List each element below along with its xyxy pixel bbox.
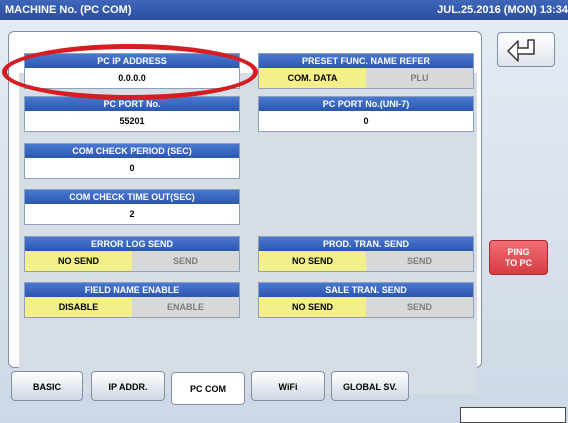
window-title: MACHINE No. (PC COM)	[5, 4, 132, 16]
prod-tran-send-label: PROD. TRAN. SEND	[259, 237, 473, 251]
tab-wifi[interactable]: WiFi	[251, 371, 325, 401]
status-box	[460, 407, 566, 423]
field-name-enable-option[interactable]: ENABLE	[132, 297, 239, 317]
prod-tran-send-field: PROD. TRAN. SEND NO SEND SEND	[258, 236, 474, 272]
tab-pc-com[interactable]: PC COM	[171, 372, 245, 405]
com-check-timeout-value: 2	[129, 209, 135, 219]
tab-global-sv[interactable]: GLOBAL SV.	[331, 371, 409, 401]
pc-port-label: PC PORT No.	[25, 97, 239, 111]
preset-plu-option[interactable]: PLU	[366, 68, 473, 88]
back-button[interactable]	[497, 32, 555, 67]
pc-port-uni7-value: 0	[363, 116, 369, 126]
sale-tran-no-send-option[interactable]: NO SEND	[259, 297, 366, 317]
field-name-disable-option[interactable]: DISABLE	[25, 297, 132, 317]
tab-basic[interactable]: BASIC	[11, 371, 83, 401]
pc-ip-address-label: PC IP ADDRESS	[25, 54, 239, 68]
com-check-period-field[interactable]: COM CHECK PERIOD (SEC) 0	[24, 143, 240, 179]
preset-func-name-refer-label: PRESET FUNC. NAME REFER	[259, 54, 473, 68]
com-check-period-value: 0	[129, 163, 135, 173]
preset-func-name-refer-field: PRESET FUNC. NAME REFER COM. DATA PLU	[258, 53, 474, 89]
tab-ip-addr[interactable]: IP ADDR.	[91, 371, 165, 401]
pc-port-uni7-field[interactable]: PC PORT No.(UNI-7) 0	[258, 96, 474, 132]
field-name-enable-field: FIELD NAME ENABLE DISABLE ENABLE	[24, 282, 240, 318]
com-check-timeout-label: COM CHECK TIME OUT(SEC)	[25, 190, 239, 204]
error-log-send-label: ERROR LOG SEND	[25, 237, 239, 251]
datetime-display: JUL.25.2016 (MON) 13:34	[437, 4, 568, 16]
ping-button-line2: TO PC	[504, 258, 533, 268]
field-name-enable-label: FIELD NAME ENABLE	[25, 283, 239, 297]
ping-to-pc-button[interactable]: PING TO PC	[489, 240, 548, 275]
prod-tran-send-option[interactable]: SEND	[366, 251, 473, 271]
prod-tran-no-send-option[interactable]: NO SEND	[259, 251, 366, 271]
pc-port-field[interactable]: PC PORT No. 55201	[24, 96, 240, 132]
ping-button-line1: PING	[507, 247, 530, 257]
com-check-timeout-field[interactable]: COM CHECK TIME OUT(SEC) 2	[24, 189, 240, 225]
error-log-no-send-option[interactable]: NO SEND	[25, 251, 132, 271]
preset-com-data-option[interactable]: COM. DATA	[259, 68, 366, 88]
error-log-send-field: ERROR LOG SEND NO SEND SEND	[24, 236, 240, 272]
sale-tran-send-field: SALE TRAN. SEND NO SEND SEND	[258, 282, 474, 318]
tab-bar: BASIC IP ADDR. PC COM WiFi GLOBAL SV.	[11, 371, 411, 405]
sale-tran-send-label: SALE TRAN. SEND	[259, 283, 473, 297]
pc-ip-address-field[interactable]: PC IP ADDRESS 0.0.0.0	[24, 53, 240, 89]
com-check-period-label: COM CHECK PERIOD (SEC)	[25, 144, 239, 158]
sale-tran-send-option[interactable]: SEND	[366, 297, 473, 317]
pc-port-value: 55201	[119, 116, 145, 126]
return-arrow-icon	[507, 39, 535, 62]
pc-port-uni7-label: PC PORT No.(UNI-7)	[259, 97, 473, 111]
pc-ip-address-value: 0.0.0.0	[118, 73, 146, 83]
title-bar: MACHINE No. (PC COM) JUL.25.2016 (MON) 1…	[0, 0, 568, 20]
error-log-send-option[interactable]: SEND	[132, 251, 239, 271]
